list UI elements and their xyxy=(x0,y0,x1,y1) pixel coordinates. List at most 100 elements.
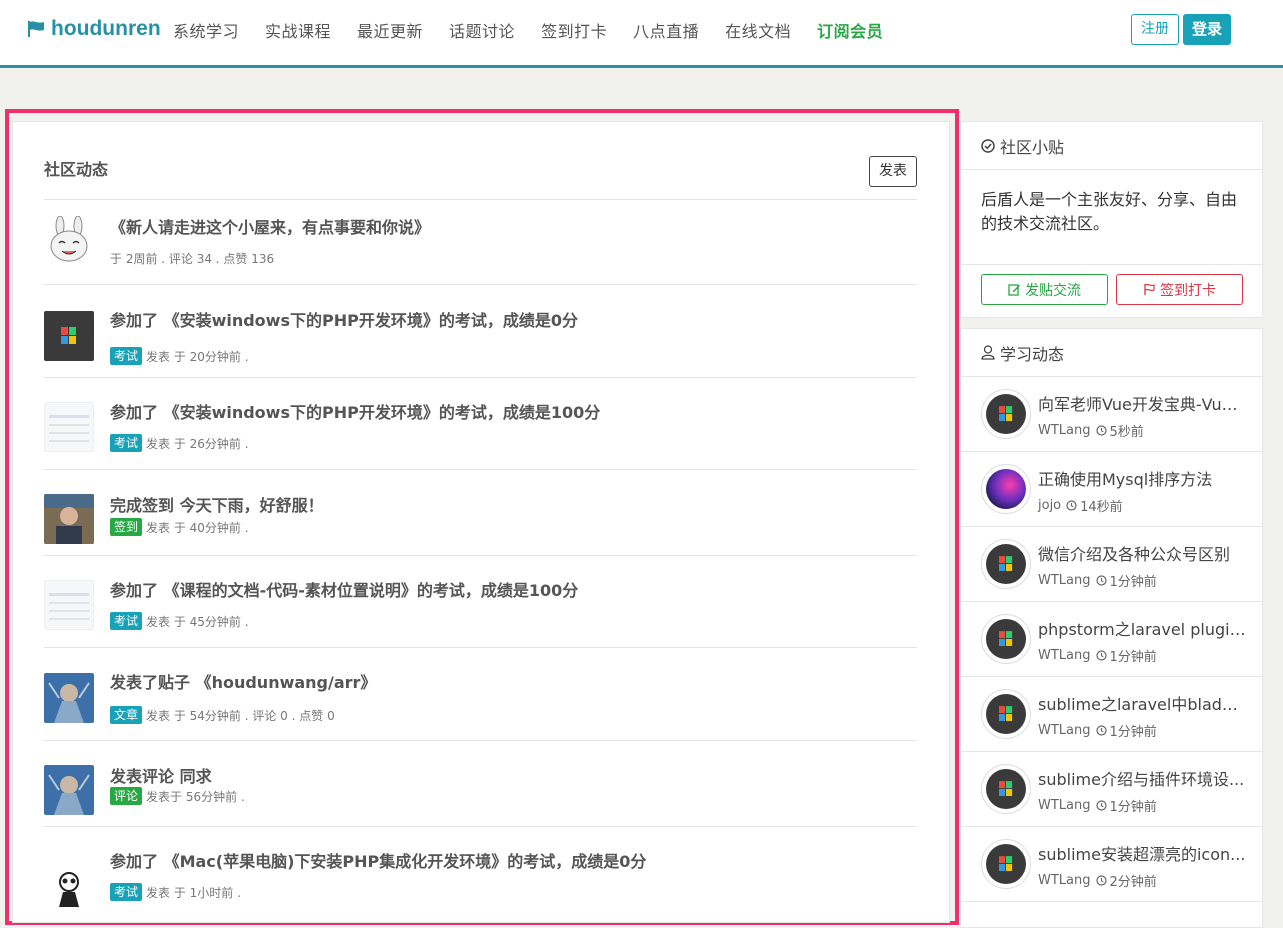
tag-comment[interactable]: 评论 xyxy=(110,787,143,805)
study-item-meta: WTLang 1分钟前 xyxy=(1038,721,1157,740)
feed-item-title[interactable]: 发表评论 同求 xyxy=(110,763,212,787)
clock-icon xyxy=(1066,500,1077,511)
study-item-time: 2分钟前 xyxy=(1109,875,1157,890)
feed-item-title[interactable]: 参加了 《Mac(苹果电脑)下安装PHP集成化开发环境》的考试，成绩是0分 xyxy=(110,848,646,872)
tag-exam[interactable]: 考试 xyxy=(110,883,143,901)
study-item-user[interactable]: jojo xyxy=(1038,498,1061,513)
study-item-title[interactable]: sublime安装超漂亮的icon... xyxy=(1038,841,1246,865)
study-item-user[interactable]: WTLang xyxy=(1038,873,1091,888)
feed-item[interactable]: 参加了 《课程的文档-代码-素材位置说明》的考试，成绩是100分 考试 发表 于 … xyxy=(44,555,917,647)
post-discussion-label: 发贴交流 xyxy=(1025,282,1081,299)
feed-item[interactable]: 发表了贴子 《houdunwang/arr》 文章 发表 于 54分钟前 . 评论… xyxy=(44,647,917,740)
study-item[interactable]: phpstorm之laravel plugin... WTLang 1分钟前 xyxy=(961,602,1262,677)
windows-avatar[interactable] xyxy=(981,614,1031,664)
tips-header: 社区小贴 xyxy=(961,122,1262,170)
post-discussion-button[interactable]: 发贴交流 xyxy=(981,274,1108,305)
screenshot-avatar[interactable] xyxy=(44,580,94,630)
study-item-title[interactable]: 正确使用Mysql排序方法 xyxy=(1038,466,1246,490)
feed-item-title[interactable]: 完成签到 今天下雨，好舒服！ xyxy=(110,492,324,516)
windows-logo-icon xyxy=(999,406,1013,421)
user-photo-avatar[interactable] xyxy=(44,494,94,544)
study-item[interactable]: 向军老师Vue开发宝典-Vue... WTLang 5秒前 xyxy=(961,377,1262,452)
windows-avatar[interactable] xyxy=(981,839,1031,889)
study-activity-card: 学习动态 向军老师Vue开发宝典-Vue... WTLang 5秒前 正确使用My… xyxy=(960,328,1263,928)
study-item[interactable]: 微信介绍及各种公众号区别 WTLang 1分钟前 xyxy=(961,527,1262,602)
flag-icon xyxy=(28,21,44,37)
character-avatar[interactable] xyxy=(44,765,94,815)
feed-item[interactable]: 发表评论 同求 评论 发表于 56分钟前 . xyxy=(44,740,917,826)
edit-icon xyxy=(1008,284,1020,296)
user-avatar[interactable] xyxy=(981,464,1031,514)
clock-icon xyxy=(1095,875,1107,886)
study-item-title[interactable]: 微信介绍及各种公众号区别 xyxy=(1038,541,1246,565)
study-item[interactable]: sublime介绍与插件环境设... WTLang 1分钟前 xyxy=(961,752,1262,827)
study-item-time: 1分钟前 xyxy=(1109,650,1157,665)
study-item-time: 14秒前 xyxy=(1080,500,1123,515)
windows-avatar[interactable] xyxy=(981,539,1031,589)
tag-checkin[interactable]: 签到 xyxy=(110,518,143,536)
study-item-title[interactable]: sublime之laravel中blade... xyxy=(1038,691,1246,715)
study-item-user[interactable]: WTLang xyxy=(1038,423,1091,438)
nav-check-in[interactable]: 签到打卡 xyxy=(541,18,607,42)
feed-item-title[interactable]: 参加了 《安装windows下的PHP开发环境》的考试，成绩是0分 xyxy=(110,307,578,331)
windows-logo-icon xyxy=(999,631,1013,646)
panda-avatar[interactable] xyxy=(44,862,94,912)
study-item-title[interactable]: phpstorm之laravel plugin... xyxy=(1038,616,1246,640)
community-tips-card: 社区小贴 后盾人是一个主张友好、分享、自由的技术交流社区。 发贴交流 签到打卡 xyxy=(960,121,1263,318)
nav-live[interactable]: 八点直播 xyxy=(633,18,699,42)
study-item-user[interactable]: WTLang xyxy=(1038,573,1091,588)
nav-membership[interactable]: 订阅会员 xyxy=(817,18,883,42)
nav-system-learning[interactable]: 系统学习 xyxy=(173,18,239,42)
feed-item-meta-text: 发表 于 1小时前 . xyxy=(146,885,241,900)
study-item[interactable]: sublime之laravel中blade... WTLang 1分钟前 xyxy=(961,677,1262,752)
tag-exam[interactable]: 考试 xyxy=(110,434,143,452)
windows-avatar[interactable] xyxy=(981,764,1031,814)
login-button[interactable]: 登录 xyxy=(1183,14,1231,45)
feed-item-meta: 考试 发表 于 1小时前 . xyxy=(110,883,241,901)
feed-item-title[interactable]: 发表了贴子 《houdunwang/arr》 xyxy=(110,669,376,693)
feed-item-title[interactable]: 《新人请走进这个小屋来，有点事要和你说》 xyxy=(110,214,430,238)
study-item-title[interactable]: sublime介绍与插件环境设... xyxy=(1038,766,1246,790)
study-item-title[interactable]: 向军老师Vue开发宝典-Vue... xyxy=(1038,391,1246,415)
feed-item[interactable]: 参加了 《安装windows下的PHP开发环境》的考试，成绩是100分 考试 发表… xyxy=(44,377,917,469)
study-item-user[interactable]: WTLang xyxy=(1038,648,1091,663)
nav-recent-updates[interactable]: 最近更新 xyxy=(357,18,423,42)
check-circle-icon xyxy=(981,138,995,153)
windows-logo-icon xyxy=(999,556,1013,571)
nav-practical-courses[interactable]: 实战课程 xyxy=(265,18,331,42)
windows-logo-icon xyxy=(61,327,76,344)
character-avatar[interactable] xyxy=(44,673,94,723)
tag-exam[interactable]: 考试 xyxy=(110,347,143,365)
check-in-label: 签到打卡 xyxy=(1160,282,1216,299)
feed-item[interactable]: 参加了 《安装windows下的PHP开发环境》的考试，成绩是0分 考试 发表 于… xyxy=(44,284,917,377)
feed-item-meta: 考试 发表 于 45分钟前 . xyxy=(110,612,249,630)
register-button[interactable]: 注册 xyxy=(1131,14,1179,45)
nav-topics[interactable]: 话题讨论 xyxy=(449,18,515,42)
windows-avatar[interactable] xyxy=(981,689,1031,739)
tag-exam[interactable]: 考试 xyxy=(110,612,143,630)
study-item-user[interactable]: WTLang xyxy=(1038,723,1091,738)
feed-item-meta: 签到 发表 于 40分钟前 . xyxy=(110,518,249,536)
feed-item[interactable]: 完成签到 今天下雨，好舒服！ 签到 发表 于 40分钟前 . xyxy=(44,469,917,555)
nav-docs[interactable]: 在线文档 xyxy=(725,18,791,42)
post-button[interactable]: 发表 xyxy=(869,156,917,187)
study-item-user[interactable]: WTLang xyxy=(1038,798,1091,813)
feed-item-title[interactable]: 参加了 《课程的文档-代码-素材位置说明》的考试，成绩是100分 xyxy=(110,577,578,601)
check-in-button[interactable]: 签到打卡 xyxy=(1116,274,1243,305)
rabbit-avatar[interactable] xyxy=(44,216,94,266)
windows-avatar[interactable] xyxy=(981,389,1031,439)
feed-item-meta: 文章 发表 于 54分钟前 . 评论 0 . 点赞 0 xyxy=(110,706,335,724)
tag-article[interactable]: 文章 xyxy=(110,706,143,724)
study-item[interactable]: 正确使用Mysql排序方法 jojo 14秒前 xyxy=(961,452,1262,527)
brand-logo[interactable]: houdunren xyxy=(27,17,161,41)
clock-icon xyxy=(1095,800,1107,811)
study-item-time: 1分钟前 xyxy=(1109,800,1157,815)
feed-item[interactable]: 《新人请走进这个小屋来，有点事要和你说》 于 2周前 . 评论 34 . 点赞 … xyxy=(44,199,917,284)
feed-item[interactable]: 参加了 《Mac(苹果电脑)下安装PHP集成化开发环境》的考试，成绩是0分 考试… xyxy=(44,826,917,918)
screenshot-avatar[interactable] xyxy=(44,402,94,452)
study-item[interactable]: sublime安装超漂亮的icon... WTLang 2分钟前 xyxy=(961,827,1262,902)
feed-item-meta: 考试 发表 于 26分钟前 . xyxy=(110,434,249,452)
windows-avatar[interactable] xyxy=(44,311,94,361)
study-item-time: 5秒前 xyxy=(1109,425,1144,440)
feed-item-title[interactable]: 参加了 《安装windows下的PHP开发环境》的考试，成绩是100分 xyxy=(110,399,600,423)
